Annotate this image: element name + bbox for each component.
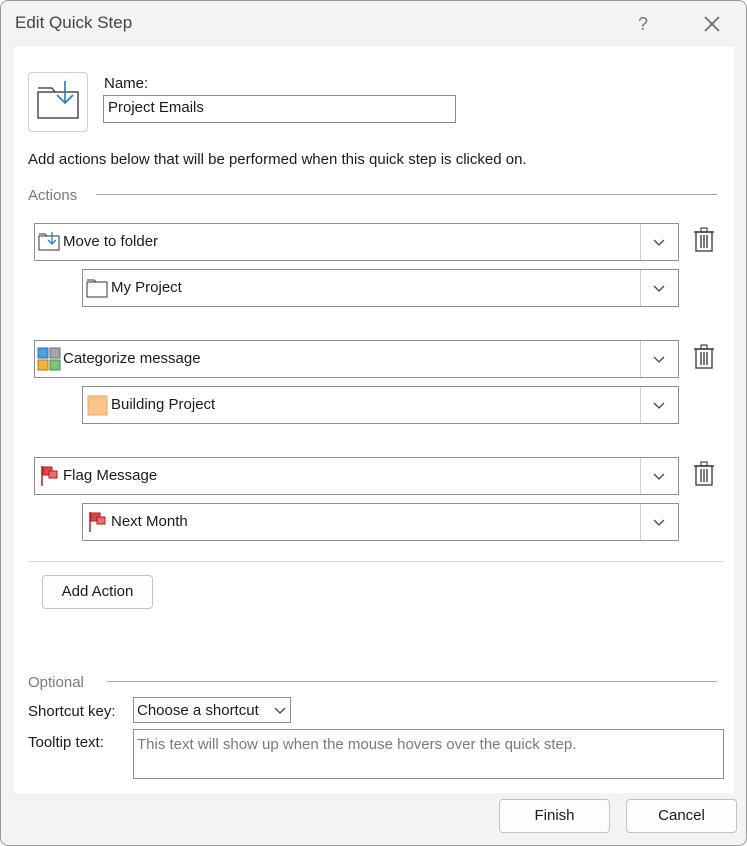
chevron-down-icon xyxy=(653,519,665,526)
delete-action-icon[interactable] xyxy=(693,227,715,253)
delete-action-icon[interactable] xyxy=(693,344,715,370)
option-label: Building Project xyxy=(111,396,216,413)
dropdown-button[interactable] xyxy=(640,224,678,260)
dropdown-button[interactable] xyxy=(640,504,678,540)
move-to-folder-icon xyxy=(37,81,79,119)
optional-divider xyxy=(107,681,717,682)
tooltip-text-input[interactable]: This text will show up when the mouse ho… xyxy=(133,729,724,779)
dialog-title: Edit Quick Step xyxy=(15,13,133,32)
edit-quick-step-dialog: Edit Quick Step ? Name: Project Emails A… xyxy=(0,0,747,846)
option-label: My Project xyxy=(111,279,182,296)
action-label: Flag Message xyxy=(63,467,158,484)
actions-bottom-divider xyxy=(28,561,724,562)
optional-section-label: Optional xyxy=(28,674,84,691)
dropdown-button[interactable] xyxy=(640,341,678,377)
option-label: Next Month xyxy=(111,513,188,530)
shortcut-key-label: Shortcut key: xyxy=(28,703,116,720)
action-select-move-to-folder[interactable]: Move to folder xyxy=(34,223,679,261)
add-action-button[interactable]: Add Action xyxy=(42,575,153,609)
action-label: Categorize message xyxy=(63,350,201,367)
dropdown-button[interactable] xyxy=(640,387,678,423)
action-select-categorize[interactable]: Categorize message xyxy=(34,340,679,378)
flag-icon xyxy=(41,466,58,486)
finish-button[interactable]: Finish xyxy=(499,799,610,833)
tooltip-text-label: Tooltip text: xyxy=(28,734,104,751)
dropdown-button[interactable] xyxy=(640,270,678,306)
chevron-down-icon xyxy=(274,707,286,714)
category-color-icon xyxy=(87,395,108,416)
help-button[interactable]: ? xyxy=(631,9,655,39)
option-select-category[interactable]: Building Project xyxy=(82,386,679,424)
description-text: Add actions below that will be performed… xyxy=(28,151,527,168)
shortcut-key-select[interactable]: Choose a shortcut xyxy=(133,697,291,723)
chevron-down-icon xyxy=(653,285,665,292)
title-bar: Edit Quick Step ? xyxy=(1,1,746,47)
chevron-down-icon xyxy=(653,473,665,480)
actions-section-label: Actions xyxy=(28,187,78,204)
dropdown-button[interactable] xyxy=(640,458,678,494)
close-button[interactable] xyxy=(697,9,727,39)
option-select-flag-due[interactable]: Next Month xyxy=(82,503,679,541)
folder-icon xyxy=(86,279,108,298)
shortcut-key-value: Choose a shortcut xyxy=(137,702,259,719)
chevron-down-icon xyxy=(653,356,665,363)
name-label: Name: xyxy=(104,75,149,92)
cancel-button[interactable]: Cancel xyxy=(626,799,737,833)
action-label: Move to folder xyxy=(63,233,159,250)
categorize-icon xyxy=(37,347,61,371)
quick-step-icon-button[interactable] xyxy=(28,72,88,132)
chevron-down-icon xyxy=(653,239,665,246)
actions-divider xyxy=(96,194,717,195)
move-to-folder-icon xyxy=(38,232,60,251)
name-input[interactable]: Project Emails xyxy=(103,95,456,123)
flag-icon xyxy=(89,512,106,532)
chevron-down-icon xyxy=(653,402,665,409)
action-select-flag[interactable]: Flag Message xyxy=(34,457,679,495)
delete-action-icon[interactable] xyxy=(693,461,715,487)
option-select-folder[interactable]: My Project xyxy=(82,269,679,307)
close-icon xyxy=(704,16,720,32)
